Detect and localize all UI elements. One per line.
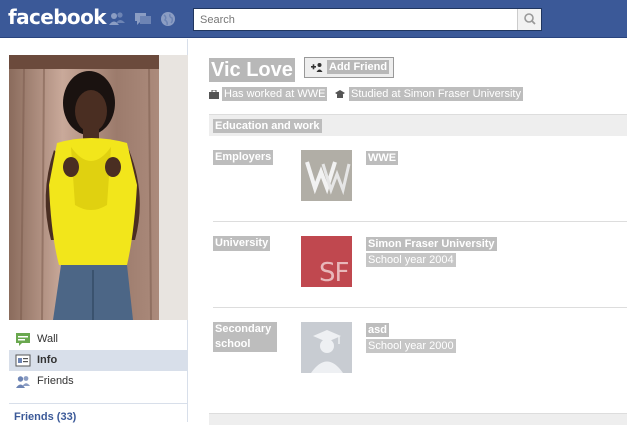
study-summary: Studied at Simon Fraser University xyxy=(349,87,523,101)
university-name[interactable]: Simon Fraser University xyxy=(366,237,497,251)
friend-requests-icon[interactable] xyxy=(108,11,126,27)
graduation-cap-icon xyxy=(335,90,345,98)
section-title: Education and work xyxy=(213,119,322,133)
row-label-secondary-school: Secondary school xyxy=(213,322,277,352)
friends-count-link[interactable]: Friends (33) xyxy=(14,411,76,423)
search-icon xyxy=(524,13,536,25)
sidebar-item-label: Friends xyxy=(37,375,74,387)
add-friend-button[interactable]: Add Friend xyxy=(304,57,394,78)
facebook-logo[interactable]: facebook xyxy=(8,5,107,29)
school-year: School year 2000 xyxy=(366,339,456,353)
top-bar: facebook xyxy=(0,0,627,38)
work-summary: Has worked at WWE xyxy=(222,87,328,101)
left-column: Wall Info Friends Friends (33) xyxy=(0,39,188,423)
sidebar-item-label: Info xyxy=(37,354,58,366)
profile-picture[interactable] xyxy=(9,55,188,320)
school-name[interactable]: asd xyxy=(366,323,389,337)
sidebar-item-label: Wall xyxy=(37,333,58,345)
profile-name: Vic Love xyxy=(209,58,295,82)
wall-icon xyxy=(16,333,30,346)
row-divider xyxy=(213,221,627,222)
add-friend-label: Add Friend xyxy=(327,60,390,74)
section-header-education-work: Education and work xyxy=(209,114,627,136)
profile-photo-image xyxy=(9,55,188,320)
divider xyxy=(9,403,188,404)
university-year: School year 2004 xyxy=(366,253,456,267)
sidebar-item-info[interactable]: Info xyxy=(9,350,188,371)
school-thumbnail[interactable] xyxy=(301,322,352,373)
default-school-avatar-icon xyxy=(301,322,352,373)
info-icon xyxy=(15,354,31,367)
wwe-logo-image xyxy=(301,150,352,201)
messages-icon[interactable] xyxy=(134,11,152,27)
briefcase-icon xyxy=(209,90,219,99)
sidebar-item-wall[interactable]: Wall xyxy=(9,329,188,350)
main-content: Vic Love Add Friend Has worked at WWE St… xyxy=(189,39,627,425)
search-button[interactable] xyxy=(517,9,541,30)
row-label-employers: Employers xyxy=(213,150,274,165)
employer-thumbnail[interactable] xyxy=(301,150,352,201)
search-input[interactable] xyxy=(194,9,516,30)
university-thumbnail[interactable]: SF xyxy=(301,236,352,287)
search-box xyxy=(193,8,542,31)
row-label-university: University xyxy=(213,236,271,251)
row-divider xyxy=(213,307,627,308)
notifications-icon[interactable] xyxy=(159,11,177,27)
employer-name[interactable]: WWE xyxy=(366,151,399,165)
friends-icon xyxy=(16,376,30,388)
sfu-logo-text: SF xyxy=(319,258,349,287)
add-friend-icon xyxy=(311,63,323,72)
sidebar-item-friends[interactable]: Friends xyxy=(9,371,188,392)
section-header-next xyxy=(209,413,627,425)
